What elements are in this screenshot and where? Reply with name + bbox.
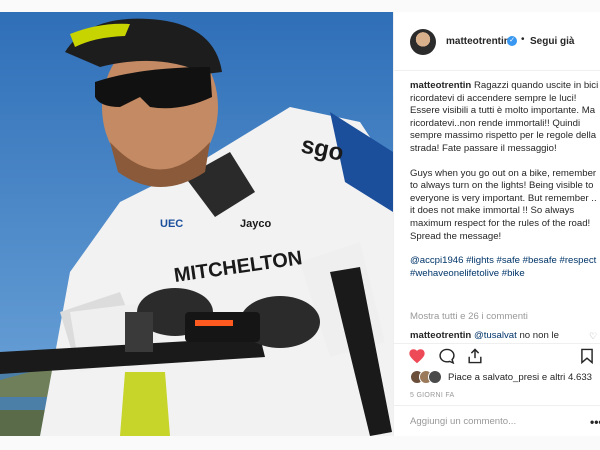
comment-icon[interactable] xyxy=(438,348,456,364)
liker-avatar[interactable] xyxy=(428,370,442,384)
caption-username[interactable]: matteotrentin xyxy=(410,80,471,91)
comment-row: matteotrentin @tusalvat no non le xyxy=(410,330,559,341)
action-bar xyxy=(394,343,600,366)
bookmark-icon[interactable] xyxy=(580,348,594,364)
likes-text[interactable]: Piace a salvato_presi e altri 4.633 xyxy=(448,372,592,383)
header-username[interactable]: matteotrentin xyxy=(446,36,510,47)
caption-hashtags[interactable]: @accpi1946 #lights #safe #besafe #respec… xyxy=(410,255,600,280)
verified-icon: ✓ xyxy=(507,36,517,46)
add-comment-input[interactable]: Aggiungi un commento... xyxy=(410,416,516,427)
instagram-post: MITCHELTON sgo Jayco UEC matteotrentin ✓… xyxy=(0,12,600,436)
separator-dot: • xyxy=(521,34,525,45)
post-time[interactable]: 5 GIORNI FA xyxy=(410,392,455,399)
following-button[interactable]: Segui già xyxy=(530,36,574,47)
post-header: matteotrentin ✓ • Segui già xyxy=(394,12,600,71)
avatar[interactable] xyxy=(410,29,436,55)
light-leds xyxy=(195,320,233,326)
jersey-text-jayco: Jayco xyxy=(240,218,271,230)
comment-text: no non le xyxy=(519,330,559,341)
add-comment-bar: Aggiungi un commento... ••• xyxy=(394,405,600,437)
caption-it-line-2: Essere visibili a tutti è molto importan… xyxy=(410,105,580,117)
jersey-text-uec: UEC xyxy=(160,218,183,230)
post-photo[interactable]: MITCHELTON sgo Jayco UEC xyxy=(0,12,393,436)
small-heart-icon[interactable]: ♡ xyxy=(589,331,597,342)
post-sidebar: matteotrentin ✓ • Segui già matteotrenti… xyxy=(393,12,600,436)
caption: matteotrentin Ragazzi quando uscite in b… xyxy=(410,80,600,280)
heart-icon[interactable] xyxy=(408,348,426,364)
share-icon[interactable] xyxy=(466,348,484,364)
more-options-icon[interactable]: ••• xyxy=(590,415,600,429)
comment-mention[interactable]: @tusalvat xyxy=(474,330,517,341)
comment-username[interactable]: matteotrentin xyxy=(410,330,471,341)
view-all-comments-link[interactable]: Mostra tutti e 26 i commenti xyxy=(410,311,528,322)
cyclist-photo: MITCHELTON sgo Jayco UEC xyxy=(0,12,393,436)
